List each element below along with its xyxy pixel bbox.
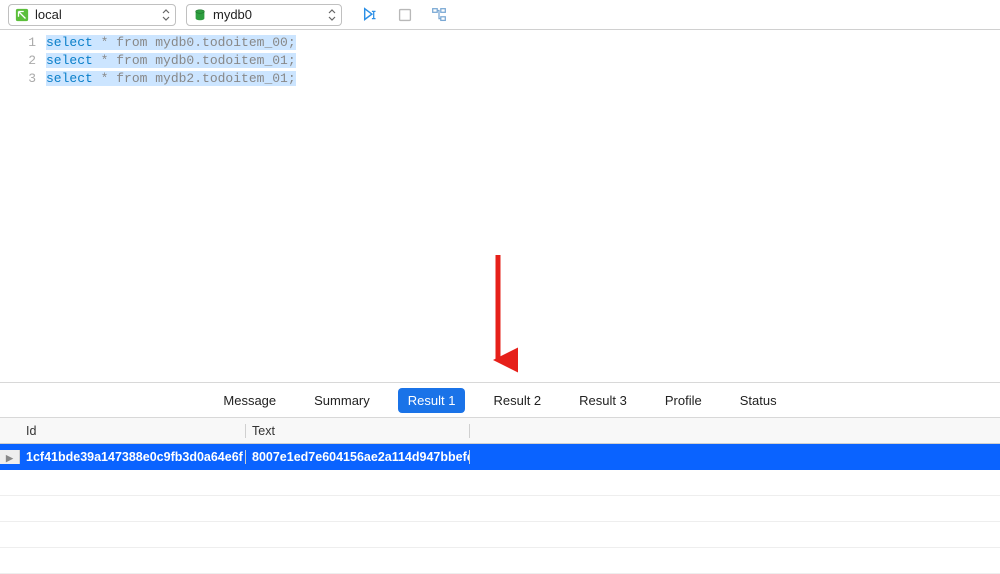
run-cursor-icon[interactable] bbox=[362, 6, 380, 24]
code-area[interactable]: select * from mydb0.todoitem_00; select … bbox=[46, 30, 296, 382]
connection-label: local bbox=[35, 7, 155, 22]
row-marker: ▶ bbox=[0, 450, 20, 464]
database-icon bbox=[193, 8, 207, 22]
cell-text[interactable]: 8007e1ed7e604156ae2a114d947bbefc bbox=[246, 450, 470, 464]
sql-editor[interactable]: 1 2 3 select * from mydb0.todoitem_00; s… bbox=[0, 30, 1000, 382]
tab-profile[interactable]: Profile bbox=[655, 388, 712, 413]
table-row bbox=[0, 548, 1000, 574]
column-header-id[interactable]: Id bbox=[20, 424, 246, 438]
chevron-updown-icon bbox=[161, 9, 171, 21]
cell-id[interactable]: 1cf41bde39a147388e0c9fb3d0a64e6f bbox=[20, 450, 246, 464]
table-row bbox=[0, 496, 1000, 522]
tab-result-1[interactable]: Result 1 bbox=[398, 388, 466, 413]
tab-result-2[interactable]: Result 2 bbox=[483, 388, 551, 413]
table-row bbox=[0, 522, 1000, 548]
column-header-text[interactable]: Text bbox=[246, 424, 470, 438]
table-row[interactable]: ▶ 1cf41bde39a147388e0c9fb3d0a64e6f 8007e… bbox=[0, 444, 1000, 470]
result-table: Id Text ▶ 1cf41bde39a147388e0c9fb3d0a64e… bbox=[0, 418, 1000, 574]
tab-result-3[interactable]: Result 3 bbox=[569, 388, 637, 413]
tab-message[interactable]: Message bbox=[213, 388, 286, 413]
code-line: select * from mydb2.todoitem_01; bbox=[46, 70, 296, 88]
table-header: Id Text bbox=[0, 418, 1000, 444]
toolbar-actions bbox=[362, 6, 448, 24]
line-gutter: 1 2 3 bbox=[0, 30, 46, 382]
result-tabs: Message Summary Result 1 Result 2 Result… bbox=[0, 382, 1000, 418]
tab-status[interactable]: Status bbox=[730, 388, 787, 413]
line-number: 3 bbox=[0, 70, 36, 88]
database-dropdown[interactable]: mydb0 bbox=[186, 4, 342, 26]
line-number: 1 bbox=[0, 34, 36, 52]
stop-icon[interactable] bbox=[396, 6, 414, 24]
code-line: select * from mydb0.todoitem_01; bbox=[46, 52, 296, 70]
line-number: 2 bbox=[0, 52, 36, 70]
chevron-updown-icon bbox=[327, 9, 337, 21]
database-label: mydb0 bbox=[213, 7, 321, 22]
code-line: select * from mydb0.todoitem_00; bbox=[46, 34, 296, 52]
connection-dropdown[interactable]: local bbox=[8, 4, 176, 26]
connection-icon bbox=[15, 8, 29, 22]
toolbar: local mydb0 bbox=[0, 0, 1000, 30]
table-row bbox=[0, 470, 1000, 496]
structure-icon[interactable] bbox=[430, 6, 448, 24]
tab-summary[interactable]: Summary bbox=[304, 388, 380, 413]
